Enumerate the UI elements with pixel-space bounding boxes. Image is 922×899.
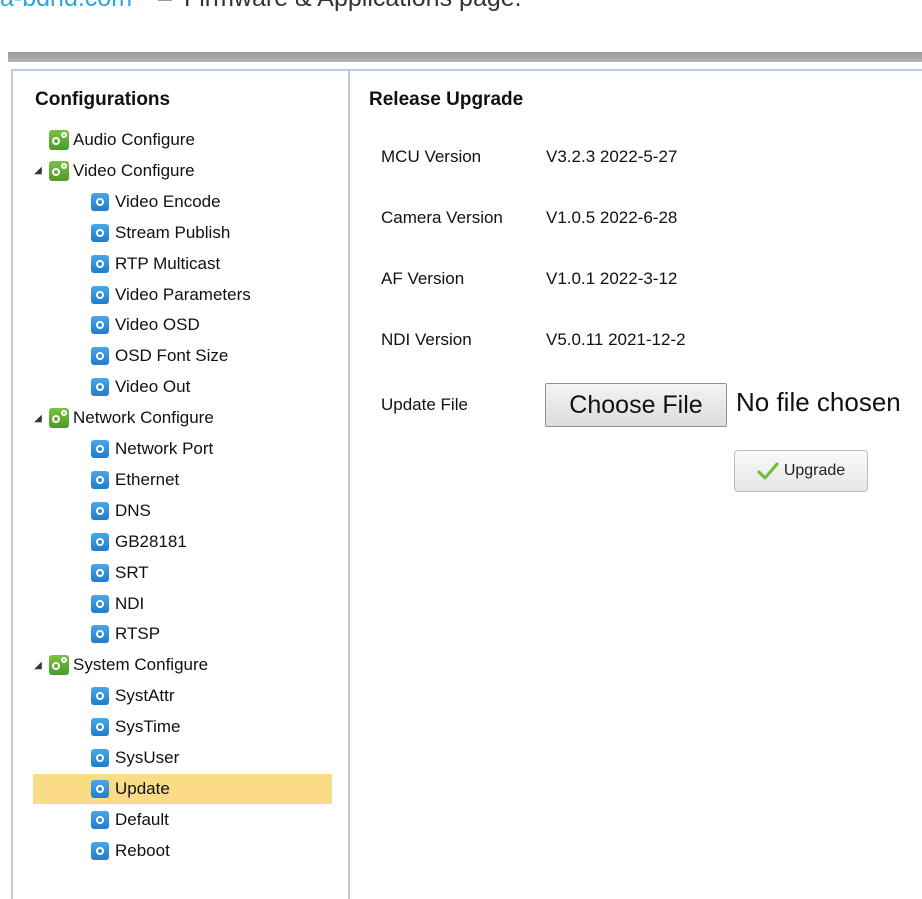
gear-icon xyxy=(49,655,69,676)
caption-link[interactable]: a-bdhd.com xyxy=(0,0,132,12)
settings-icon xyxy=(91,810,109,829)
header-bar xyxy=(8,52,922,62)
settings-icon xyxy=(91,532,109,551)
tree-item-systime[interactable]: SysTime xyxy=(33,712,332,742)
tree-item-srt[interactable]: SRT xyxy=(33,558,332,588)
tree-item-label: RTP Multicast xyxy=(115,253,221,273)
tree-item-label: Audio Configure xyxy=(73,130,195,149)
tree-item-default[interactable]: Default xyxy=(33,805,332,835)
sidebar-title: Configurations xyxy=(35,89,171,110)
tree-item-video-encode[interactable]: Video Encode xyxy=(33,187,332,217)
tree-item-rtsp[interactable]: RTSP xyxy=(33,619,332,649)
settings-icon xyxy=(91,285,109,304)
tree-group-video-configure[interactable]: ◢ Video Configure xyxy=(33,156,333,186)
expand-arrow-icon[interactable]: ◢ xyxy=(33,660,43,671)
tree-item-systattr[interactable]: SystAttr xyxy=(33,681,332,711)
tree-item-video-out[interactable]: Video Out xyxy=(33,372,332,402)
tree-group-audio-configure[interactable]: Audio Configure xyxy=(33,125,333,155)
tree-item-label: SysTime xyxy=(115,717,181,737)
tree-item-label: Network Configure xyxy=(73,408,214,428)
tree-item-label: Network Port xyxy=(115,439,214,458)
tree-item-label: SysUser xyxy=(115,748,180,767)
tree-item-ndi[interactable]: NDI xyxy=(33,589,332,619)
tree-item-label: Default xyxy=(115,809,169,829)
release-upgrade-panel: Release Upgrade MCU Version V3.2.3 2022-… xyxy=(350,69,922,899)
settings-icon xyxy=(91,687,109,706)
caption-separator: – xyxy=(158,0,172,12)
gear-icon xyxy=(49,130,69,150)
tree-item-label: Video OSD xyxy=(115,315,200,335)
page-caption: a-bdhd.com –Firmware & Applications page. xyxy=(0,0,522,14)
mcu-version-label: MCU Version xyxy=(381,147,482,166)
tree-item-stream-publish[interactable]: Stream Publish xyxy=(33,218,332,248)
af-version-value: V1.0.1 2022-3-12 xyxy=(546,269,678,288)
tree-item-label: OSD Font Size xyxy=(115,346,229,366)
settings-icon xyxy=(91,594,109,613)
settings-icon xyxy=(91,378,109,397)
gear-icon xyxy=(49,408,69,429)
af-version-label: AF Version xyxy=(381,269,465,288)
settings-icon xyxy=(91,254,109,273)
tree-item-video-osd[interactable]: Video OSD xyxy=(33,310,332,340)
tree-item-dns[interactable]: DNS xyxy=(33,496,332,526)
tree-item-label: GB28181 xyxy=(115,531,187,551)
tree-item-label: RTSP xyxy=(115,624,161,644)
settings-icon xyxy=(91,625,109,644)
settings-icon xyxy=(91,470,109,489)
tree-group-system-configure[interactable]: ◢ System Configure xyxy=(33,650,333,680)
choose-file-button[interactable]: Choose File xyxy=(545,383,727,427)
settings-icon xyxy=(91,718,109,737)
file-status-text: No file chosen xyxy=(736,387,901,417)
settings-icon xyxy=(91,347,109,366)
tree-item-update[interactable]: Update xyxy=(33,773,332,804)
tree-item-label: Video Parameters xyxy=(115,284,251,304)
tree-item-label: Stream Publish xyxy=(115,222,231,242)
section-title: Release Upgrade xyxy=(369,89,524,110)
tree-item-label: Video Out xyxy=(115,377,191,397)
upgrade-button[interactable]: Upgrade xyxy=(734,450,868,492)
tree-item-label: Update xyxy=(115,778,170,798)
expand-arrow-icon[interactable]: ◢ xyxy=(33,413,43,424)
tree-item-gb28181[interactable]: GB28181 xyxy=(33,527,332,557)
tree-item-label: System Configure xyxy=(73,655,209,675)
tree-item-label: Video Encode xyxy=(115,191,221,211)
camera-version-value: V1.0.5 2022-6-28 xyxy=(546,208,678,227)
tree-item-label: DNS xyxy=(115,500,151,520)
configurations-sidebar: Configurations Audio Configure ◢ Video Con… xyxy=(11,69,350,899)
ndi-version-value: V5.0.11 2021-12-2 xyxy=(546,330,686,349)
tree-item-label: Video Configure xyxy=(73,160,195,180)
tree-item-label: NDI xyxy=(115,593,145,613)
tree-item-reboot[interactable]: Reboot xyxy=(33,836,332,866)
tree-item-sysuser[interactable]: SysUser xyxy=(33,743,332,773)
tree-item-osd-font-size[interactable]: OSD Font Size xyxy=(33,341,332,371)
tree-group-network-configure[interactable]: ◢ Network Configure xyxy=(33,403,333,433)
settings-icon xyxy=(91,440,109,458)
tree-item-label: SRT xyxy=(115,562,149,582)
checkmark-icon xyxy=(757,462,779,480)
upgrade-button-label: Upgrade xyxy=(783,462,846,479)
tree-item-video-parameters[interactable]: Video Parameters xyxy=(33,280,332,310)
settings-icon xyxy=(91,223,109,242)
update-file-label: Update File xyxy=(381,395,468,414)
settings-icon xyxy=(91,749,109,767)
settings-icon xyxy=(91,563,109,582)
settings-icon xyxy=(91,192,109,211)
settings-icon xyxy=(91,501,109,520)
tree-item-rtp-multicast[interactable]: RTP Multicast xyxy=(33,249,332,279)
caption-title: Firmware & Applications page. xyxy=(184,0,522,12)
tree-item-network-port[interactable]: Network Port xyxy=(33,434,332,464)
ndi-version-label: NDI Version xyxy=(381,330,472,349)
settings-icon xyxy=(91,841,109,860)
tree-item-label: Reboot xyxy=(115,840,170,860)
tree-item-label: SystAttr xyxy=(115,686,175,706)
settings-icon xyxy=(91,779,109,798)
expand-arrow-icon[interactable]: ◢ xyxy=(33,165,43,176)
tree-item-ethernet[interactable]: Ethernet xyxy=(33,465,332,495)
tree-item-label: Ethernet xyxy=(115,469,180,489)
settings-icon xyxy=(91,316,109,335)
gear-icon xyxy=(49,160,69,181)
mcu-version-value: V3.2.3 2022-5-27 xyxy=(546,147,678,166)
camera-version-label: Camera Version xyxy=(381,208,503,227)
